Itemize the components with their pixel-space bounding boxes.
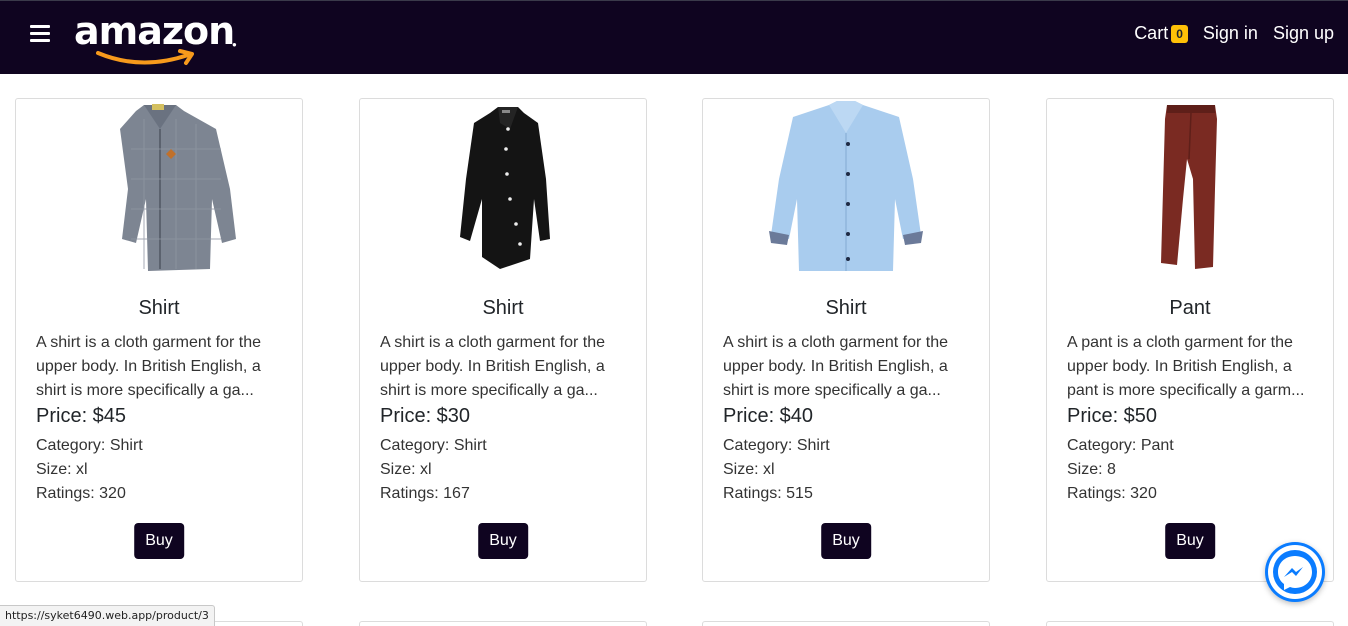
amazon-logo[interactable]: amazon ● <box>74 9 237 65</box>
product-card: Shirt A shirt is a cloth garment for the… <box>702 98 990 582</box>
product-card: Shirt A shirt is a cloth garment for the… <box>359 98 647 582</box>
sign-in-link[interactable]: Sign in <box>1203 23 1258 44</box>
product-title: Shirt <box>138 297 180 319</box>
product-price: Price: $50 <box>1067 405 1158 427</box>
logo-text: amazon <box>74 9 235 53</box>
product-price: Price: $40 <box>723 405 814 427</box>
hamburger-menu-icon[interactable] <box>30 25 50 43</box>
product-size: Size: xl <box>36 461 88 478</box>
product-card-partial <box>1046 621 1334 626</box>
browser-status-url: https://syket6490.web.app/product/3 <box>0 605 215 626</box>
product-description: A shirt is a cloth garment for the upper… <box>723 334 948 399</box>
product-description: A shirt is a cloth garment for the upper… <box>36 334 261 399</box>
buy-button[interactable]: Buy <box>1165 523 1215 559</box>
gray-plaid-shirt-image[interactable] <box>16 99 302 277</box>
amazon-smile-icon <box>96 49 194 65</box>
product-card: Shirt A shirt is a cloth garment for the… <box>15 98 303 582</box>
product-size: Size: xl <box>723 461 775 478</box>
nav-right: Cart 0 Sign in Sign up <box>1119 23 1334 44</box>
product-ratings: Ratings: 515 <box>723 485 813 502</box>
product-category: Category: Shirt <box>380 437 487 454</box>
light-blue-shirt-image[interactable] <box>703 99 989 277</box>
product-size: Size: 8 <box>1067 461 1116 478</box>
black-shirt-image[interactable] <box>360 99 646 277</box>
messenger-icon <box>1268 545 1322 599</box>
messenger-chat-button[interactable] <box>1265 542 1325 602</box>
cart-label: Cart <box>1134 23 1169 43</box>
logo-trademark-dot: ● <box>232 40 237 49</box>
product-title: Shirt <box>825 297 867 319</box>
sign-up-link[interactable]: Sign up <box>1273 23 1334 44</box>
maroon-pant-image[interactable] <box>1047 99 1333 277</box>
buy-button[interactable]: Buy <box>821 523 871 559</box>
buy-button[interactable]: Buy <box>478 523 528 559</box>
product-ratings: Ratings: 167 <box>380 485 470 502</box>
product-category: Category: Shirt <box>36 437 143 454</box>
product-title: Shirt <box>482 297 524 319</box>
product-description: A pant is a cloth garment for the upper … <box>1067 334 1305 399</box>
product-ratings: Ratings: 320 <box>36 485 126 502</box>
product-category: Category: Shirt <box>723 437 830 454</box>
product-title: Pant <box>1169 297 1211 319</box>
product-price: Price: $30 <box>380 405 471 427</box>
product-ratings: Ratings: 320 <box>1067 485 1157 502</box>
product-description: A shirt is a cloth garment for the upper… <box>380 334 605 399</box>
product-card: Pant A pant is a cloth garment for the u… <box>1046 98 1334 582</box>
product-price: Price: $45 <box>36 405 127 427</box>
product-category: Category: Pant <box>1067 437 1174 454</box>
navbar: amazon ● Cart 0 Sign in Sign up <box>0 0 1348 74</box>
buy-button[interactable]: Buy <box>134 523 184 559</box>
product-card-partial <box>702 621 990 626</box>
cart-link[interactable]: Cart 0 <box>1134 23 1188 44</box>
product-size: Size: xl <box>380 461 432 478</box>
product-card-partial <box>359 621 647 626</box>
cart-count-badge: 0 <box>1171 24 1188 43</box>
